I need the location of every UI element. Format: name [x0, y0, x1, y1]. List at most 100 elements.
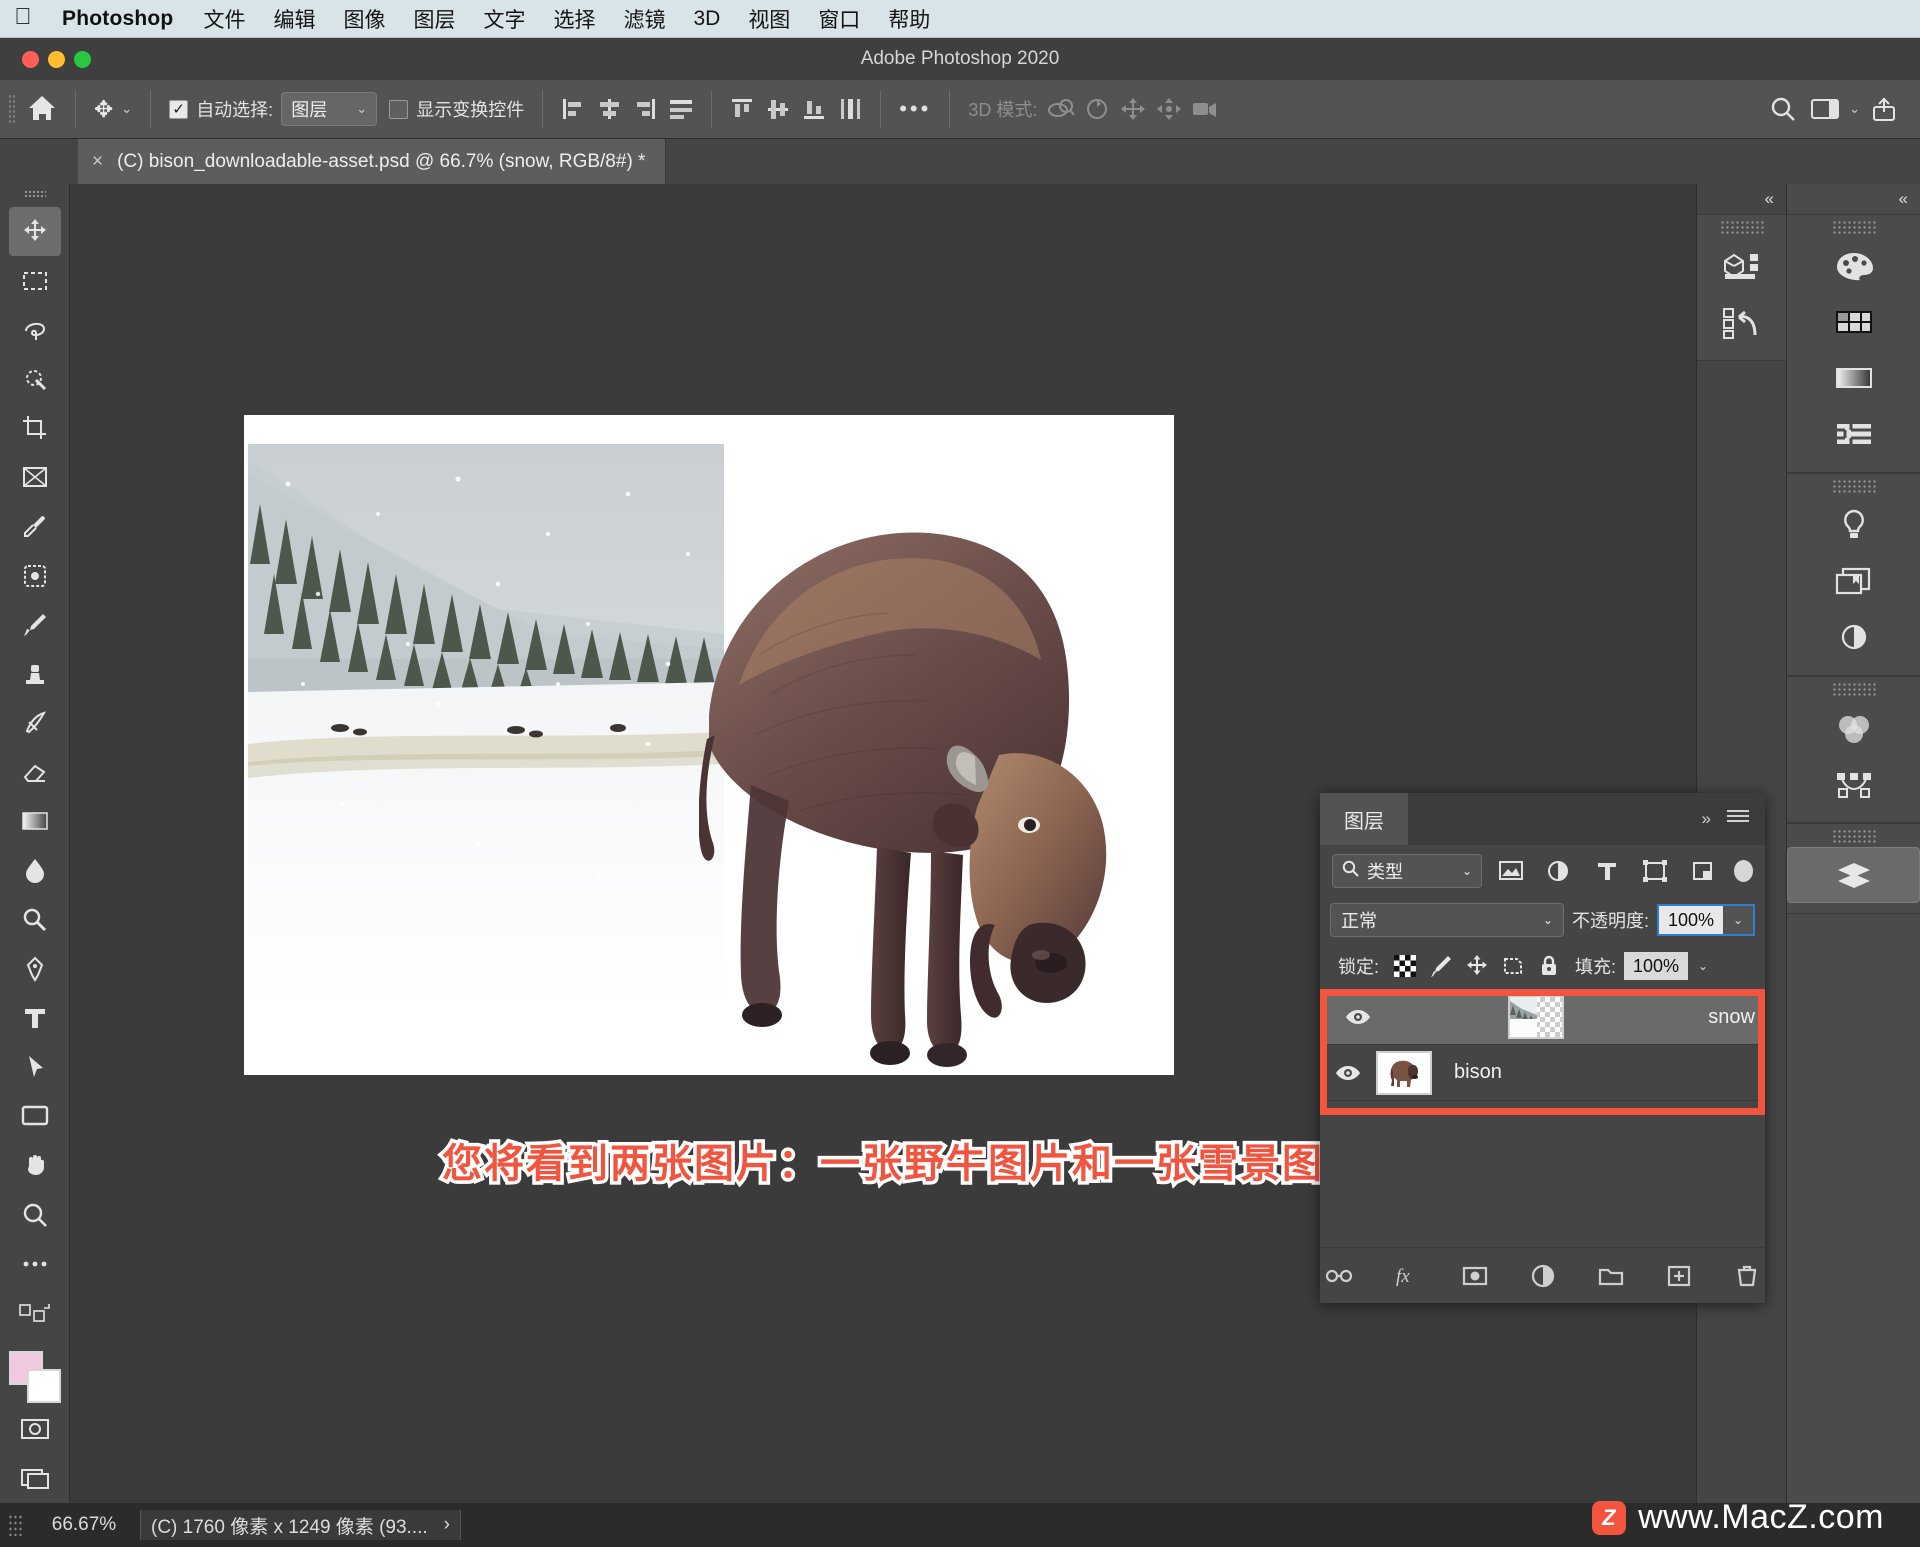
- camera-3d-icon[interactable]: [1187, 92, 1223, 126]
- expand-icon[interactable]: »: [1702, 809, 1712, 829]
- snow-thumb[interactable]: [1508, 995, 1565, 1039]
- 3d-panel-icon[interactable]: [1697, 238, 1786, 294]
- distribute-h-icon[interactable]: [663, 92, 699, 126]
- chevron-down-icon[interactable]: ⌄: [1849, 101, 1860, 117]
- align-bottom-icon[interactable]: [796, 92, 832, 126]
- color-swatch-switch[interactable]: [9, 1288, 61, 1337]
- hand-tool[interactable]: [9, 1141, 61, 1190]
- menu-item-filter[interactable]: 滤镜: [609, 4, 679, 34]
- align-center-v-icon[interactable]: [760, 92, 796, 126]
- fx-icon[interactable]: fx: [1392, 1261, 1422, 1291]
- auto-select-dropdown[interactable]: 图层 ⌄: [281, 92, 378, 126]
- chevron-down-icon[interactable]: ⌄: [121, 101, 132, 117]
- status-grip[interactable]: [8, 1514, 22, 1536]
- chevron-down-icon[interactable]: ⌄: [1688, 952, 1719, 980]
- lasso-tool[interactable]: [9, 305, 61, 354]
- crop-tool[interactable]: [9, 403, 61, 452]
- channels-panel-icon[interactable]: [1787, 700, 1920, 756]
- align-center-h-icon[interactable]: [591, 92, 627, 126]
- menu-item-select[interactable]: 选择: [539, 4, 609, 34]
- options-bar-grip[interactable]: [7, 94, 17, 124]
- chevron-right-icon[interactable]: ›: [444, 1514, 450, 1536]
- align-left-icon[interactable]: [555, 92, 591, 126]
- panel-grip[interactable]: [1831, 220, 1876, 236]
- app-name-menu[interactable]: Photoshop: [46, 7, 189, 31]
- menu-item-type[interactable]: 文字: [469, 4, 539, 34]
- filter-pixel-icon[interactable]: [1492, 854, 1530, 888]
- panel-grip[interactable]: [1719, 220, 1764, 236]
- type-tool[interactable]: [9, 993, 61, 1042]
- pen-tool[interactable]: [9, 944, 61, 993]
- properties-panel-icon[interactable]: [1787, 609, 1920, 665]
- opacity-field-group[interactable]: 100% ⌄: [1657, 904, 1755, 936]
- menu-item-view[interactable]: 视图: [734, 4, 804, 34]
- distribute-v-icon[interactable]: [832, 92, 868, 126]
- layer-row-snow[interactable]: snow: [1320, 989, 1765, 1045]
- show-transform-checkbox[interactable]: ✓: [389, 99, 409, 119]
- dock-collapse-button[interactable]: «: [1697, 184, 1786, 214]
- history-brush-tool[interactable]: [9, 698, 61, 747]
- panel-grip[interactable]: [1831, 682, 1876, 698]
- current-tool-button[interactable]: ✥ ⌄: [88, 96, 138, 123]
- path-select-tool[interactable]: [9, 1043, 61, 1092]
- clone-stamp-tool[interactable]: [9, 649, 61, 698]
- new-layer-icon[interactable]: [1664, 1261, 1694, 1291]
- dodge-tool[interactable]: [9, 895, 61, 944]
- menu-item-help[interactable]: 帮助: [874, 4, 944, 34]
- lock-position-icon[interactable]: [1459, 950, 1495, 982]
- chevron-down-icon[interactable]: ⌄: [1723, 906, 1753, 934]
- eraser-tool[interactable]: [9, 748, 61, 797]
- swatches-panel-icon[interactable]: [1787, 294, 1920, 350]
- more-tools[interactable]: [9, 1239, 61, 1288]
- panel-grip[interactable]: [1831, 479, 1876, 495]
- gradients-panel-icon[interactable]: [1787, 350, 1920, 406]
- fill-field-group[interactable]: 100% ⌄: [1624, 952, 1719, 980]
- slide-3d-icon[interactable]: [1151, 92, 1187, 126]
- menu-item-layer[interactable]: 图层: [399, 4, 469, 34]
- opacity-input[interactable]: 100%: [1659, 906, 1723, 934]
- frame-tool[interactable]: [9, 453, 61, 502]
- add-mask-icon[interactable]: [1460, 1261, 1490, 1291]
- rectangle-tool[interactable]: [9, 1092, 61, 1141]
- paths-panel-icon[interactable]: [1787, 756, 1920, 812]
- zoom-tool[interactable]: [9, 1190, 61, 1239]
- layers-panel[interactable]: 图层 » 类型 ⌄ 正常 ⌄ 不透明度: 100% ⌄ 锁定: 填充: 100%…: [1320, 793, 1765, 1303]
- link-layers-icon[interactable]: [1324, 1261, 1354, 1291]
- libraries-panel-icon[interactable]: [1787, 553, 1920, 609]
- search-icon[interactable]: [1765, 92, 1801, 126]
- share-icon[interactable]: [1866, 92, 1902, 126]
- filter-adjustment-icon[interactable]: [1540, 854, 1578, 888]
- quick-mask-icon[interactable]: [9, 1405, 61, 1454]
- layers-panel-icon[interactable]: [1787, 847, 1920, 903]
- align-top-icon[interactable]: [724, 92, 760, 126]
- filter-shape-icon[interactable]: [1636, 854, 1674, 888]
- auto-select-checkbox[interactable]: ✓: [169, 99, 189, 119]
- more-options-button[interactable]: •••: [893, 96, 937, 122]
- home-button[interactable]: [21, 96, 63, 122]
- close-icon[interactable]: ×: [92, 151, 103, 173]
- align-right-icon[interactable]: [627, 92, 663, 126]
- new-group-icon[interactable]: [1596, 1261, 1626, 1291]
- patterns-panel-icon[interactable]: [1787, 406, 1920, 462]
- filter-toggle[interactable]: [1734, 860, 1753, 882]
- menu-item-window[interactable]: 窗口: [804, 4, 874, 34]
- menu-item-file[interactable]: 文件: [189, 4, 259, 34]
- dock-collapse-button[interactable]: «: [1787, 184, 1920, 214]
- lock-artboard-icon[interactable]: [1495, 950, 1531, 982]
- fill-input[interactable]: 100%: [1624, 952, 1689, 980]
- layer-name-bison[interactable]: bison: [1432, 1061, 1502, 1084]
- gradient-tool[interactable]: [9, 797, 61, 846]
- document-tab[interactable]: × (C) bison_downloadable-asset.psd @ 66.…: [78, 139, 667, 184]
- lock-transparent-icon[interactable]: [1387, 950, 1423, 982]
- layers-list[interactable]: snow bison: [1320, 989, 1765, 1115]
- apple-icon[interactable]: : [0, 5, 46, 32]
- bison-thumb[interactable]: [1376, 1050, 1432, 1095]
- delete-layer-icon[interactable]: [1732, 1261, 1762, 1291]
- blend-mode-dropdown[interactable]: 正常 ⌄: [1330, 903, 1564, 937]
- filter-type-icon[interactable]: [1588, 854, 1626, 888]
- eyedropper-tool[interactable]: [9, 502, 61, 551]
- filter-smart-icon[interactable]: [1684, 854, 1722, 888]
- layer-row-bison[interactable]: bison: [1320, 1045, 1765, 1101]
- tools-grip[interactable]: [23, 190, 46, 199]
- blur-tool[interactable]: [9, 846, 61, 895]
